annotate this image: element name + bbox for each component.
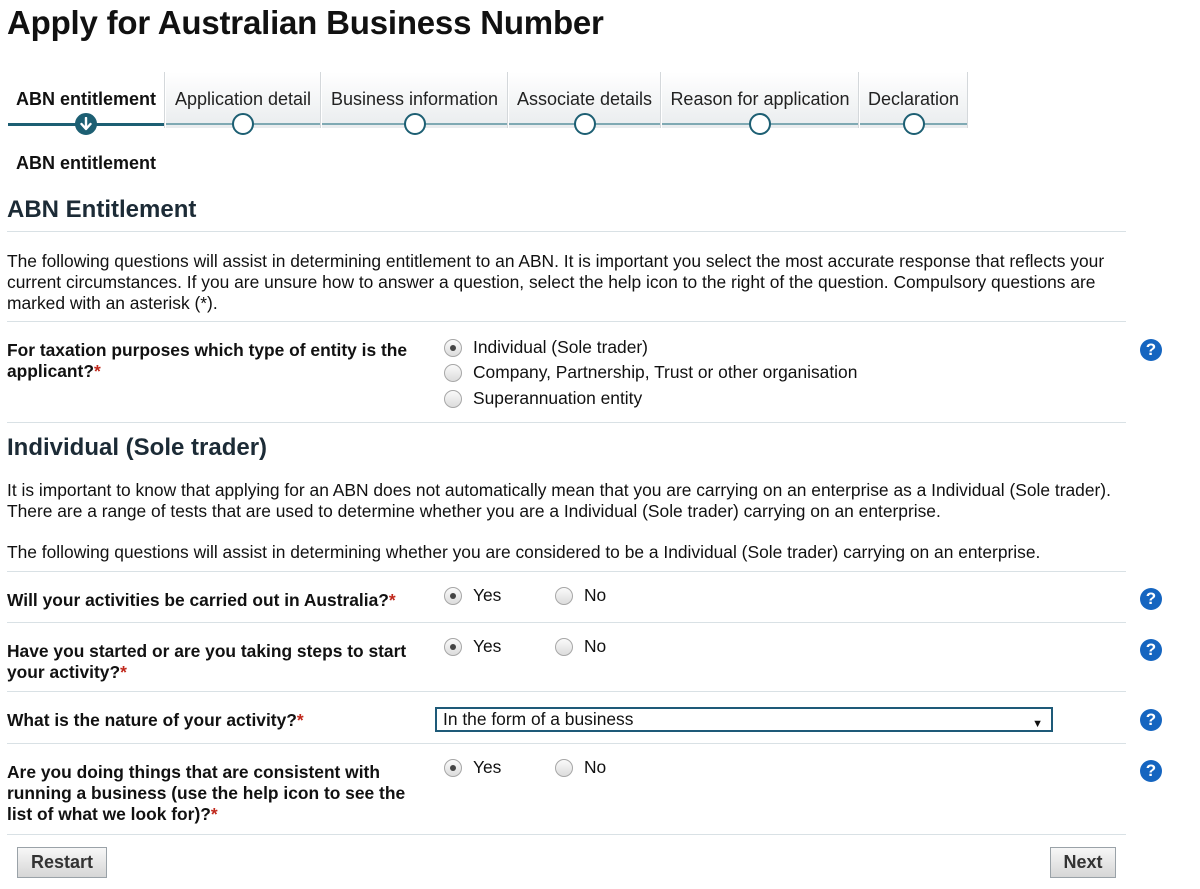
help-icon[interactable]: ? — [1140, 588, 1162, 610]
step-label: Reason for application — [670, 89, 850, 109]
radio-button[interactable] — [444, 363, 462, 382]
step-circle-icon — [403, 113, 426, 135]
step-reason-for-application[interactable]: Reason for application — [662, 72, 859, 135]
radio-australia-yes[interactable]: Yes — [444, 585, 501, 606]
question-label: Are you doing things that are consistent… — [7, 762, 406, 824]
intro-paragraph: The following questions will assist in d… — [7, 251, 1105, 313]
radio-consistent-no[interactable]: No — [555, 757, 606, 778]
divider — [7, 571, 1126, 572]
step-application-detail[interactable]: Application detail — [166, 72, 321, 135]
radio-button[interactable] — [555, 637, 573, 656]
question-label: Have you started or are you taking steps… — [7, 641, 407, 682]
divider — [7, 834, 1126, 835]
restart-button[interactable]: Restart — [17, 847, 107, 878]
step-associate-details[interactable]: Associate details — [509, 72, 661, 135]
dropdown-caret-icon: ▼ — [1032, 718, 1043, 730]
help-icon[interactable]: ? — [1140, 639, 1162, 661]
page-title: Apply for Australian Business Number — [7, 4, 604, 41]
radio-button-selected[interactable] — [444, 637, 462, 656]
individual-paragraph-2: The following questions will assist in d… — [7, 542, 1041, 562]
required-asterisk: * — [296, 710, 304, 730]
help-icon[interactable]: ? — [1140, 760, 1162, 782]
radio-started-yes[interactable]: Yes — [444, 636, 501, 657]
radio-button[interactable] — [444, 389, 462, 408]
activity-nature-select[interactable]: In the form of a business ▼ — [435, 707, 1053, 732]
question-consistent-with-business: Are you doing things that are consistent… — [7, 762, 427, 825]
step-declaration[interactable]: Declaration — [860, 72, 968, 135]
radio-button[interactable] — [555, 758, 573, 777]
radio-australia-no[interactable]: No — [555, 585, 606, 606]
radio-label: Yes — [473, 636, 502, 656]
help-icon[interactable]: ? — [1140, 709, 1162, 731]
question-activity-nature: What is the nature of your activity?* — [7, 710, 427, 731]
question-label: Will your activities be carried out in A… — [7, 590, 389, 610]
required-asterisk: * — [120, 662, 127, 682]
individual-paragraph: It is important to know that applying fo… — [7, 480, 1111, 521]
divider — [7, 691, 1126, 692]
question-label: What is the nature of your activity? — [7, 710, 297, 730]
question-started-activity: Have you started or are you taking steps… — [7, 641, 427, 683]
divider — [7, 622, 1126, 623]
radio-entity-company[interactable]: Company, Partnership, Trust or other org… — [444, 362, 857, 383]
divider — [7, 422, 1126, 423]
radio-label: Company, Partnership, Trust or other org… — [473, 362, 858, 382]
radio-label: No — [584, 636, 607, 656]
section-heading-abn-entitlement: ABN Entitlement — [7, 196, 197, 223]
next-button[interactable]: Next — [1050, 847, 1116, 878]
step-circle-icon — [573, 113, 596, 135]
radio-button-selected[interactable] — [444, 338, 462, 357]
radio-button[interactable] — [555, 586, 573, 605]
step-label: ABN entitlement — [15, 89, 156, 109]
radio-label: No — [584, 757, 607, 777]
radio-label: Yes — [473, 585, 502, 605]
radio-label: Individual (Sole trader) — [473, 337, 648, 357]
divider — [7, 321, 1126, 322]
radio-entity-superannuation[interactable]: Superannuation entity — [444, 388, 642, 409]
radio-started-no[interactable]: No — [555, 636, 606, 657]
radio-button-selected[interactable] — [444, 758, 462, 777]
radio-label: No — [584, 585, 607, 605]
radio-consistent-yes[interactable]: Yes — [444, 757, 501, 778]
step-label: Declaration — [867, 89, 960, 109]
question-entity-type: For taxation purposes which type of enti… — [7, 340, 427, 382]
radio-entity-individual[interactable]: Individual (Sole trader) — [444, 337, 648, 358]
step-label: Application detail — [174, 89, 312, 109]
required-asterisk: * — [388, 590, 396, 610]
question-activities-australia: Will your activities be carried out in A… — [7, 590, 427, 611]
divider — [7, 231, 1126, 232]
required-asterisk: * — [93, 361, 101, 381]
radio-label: Superannuation entity — [473, 388, 643, 408]
radio-label: Yes — [473, 757, 502, 777]
step-business-information[interactable]: Business information — [322, 72, 508, 135]
question-label: For taxation purposes which type of enti… — [7, 340, 408, 381]
step-label: Business information — [330, 89, 499, 109]
required-asterisk: * — [210, 804, 218, 824]
step-circle-icon — [749, 113, 771, 135]
current-step-heading: ABN entitlement — [16, 153, 157, 173]
current-step-down-arrow-icon — [75, 113, 97, 135]
step-circle-icon — [232, 113, 254, 135]
radio-button-selected[interactable] — [444, 586, 462, 605]
section-heading-individual: Individual (Sole trader) — [7, 434, 268, 461]
select-value: In the form of a business — [443, 709, 634, 729]
step-abn-entitlement[interactable]: ABN entitlement — [8, 72, 165, 135]
step-circle-icon — [902, 113, 925, 135]
step-label: Associate details — [516, 89, 653, 109]
divider — [7, 743, 1126, 744]
help-icon[interactable]: ? — [1140, 339, 1162, 361]
